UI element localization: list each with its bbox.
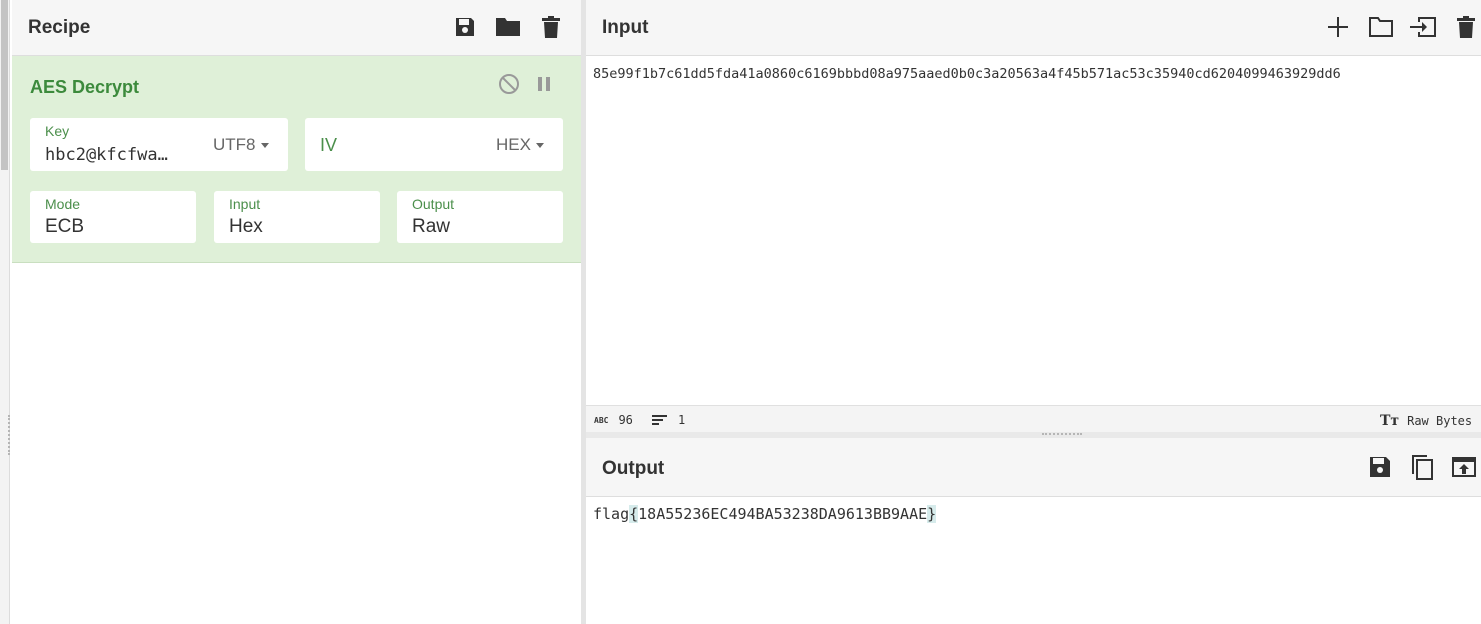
- input-format-label: Input: [229, 196, 261, 212]
- key-field[interactable]: Key hbc2@kfcfwa… UTF8: [30, 118, 288, 171]
- key-value[interactable]: hbc2@kfcfwa…: [45, 145, 168, 165]
- output-format-label: Output: [412, 196, 455, 212]
- input-title: Input: [602, 17, 649, 38]
- output-open-brace: {: [629, 505, 639, 523]
- iv-field[interactable]: IV HEX: [305, 118, 563, 171]
- input-textarea[interactable]: 85e99f1b7c61dd5fda41a0860c6169bbbd08a975…: [593, 66, 1479, 82]
- folder-icon[interactable]: [493, 12, 523, 42]
- abc-icon: ABC: [594, 415, 609, 425]
- char-count: ABC 96: [594, 413, 633, 427]
- output-header: Output: [586, 438, 1481, 497]
- operation-title: AES Decrypt: [30, 77, 140, 97]
- copy-icon[interactable]: [1407, 452, 1437, 482]
- pause-icon[interactable]: [532, 72, 556, 96]
- lines-icon: [652, 415, 667, 425]
- left-scrollbar-thumb[interactable]: [1, 0, 8, 170]
- input-encoding-label: Raw Bytes: [1407, 414, 1473, 428]
- text-type-icon: Tт: [1380, 413, 1400, 429]
- iv-encoding-dropdown[interactable]: HEX: [496, 135, 544, 155]
- trash-icon[interactable]: [536, 12, 566, 42]
- save-icon[interactable]: [1365, 452, 1395, 482]
- output-panel: Output flag{18A55236EC494BA53238DA9613BB…: [586, 438, 1481, 624]
- output-close-brace: }: [927, 505, 937, 523]
- recipe-header: Recipe: [12, 0, 581, 56]
- recipe-title: Recipe: [28, 17, 91, 38]
- output-prefix: flag: [593, 505, 630, 523]
- chevron-down-icon: [535, 142, 544, 148]
- input-encoding-selector[interactable]: Tт Raw Bytes: [1380, 413, 1472, 429]
- chevron-down-icon: [260, 142, 269, 148]
- output-textarea[interactable]: flag{18A55236EC494BA53238DA9613BB9AAE}: [593, 505, 937, 523]
- iv-encoding-label: HEX: [496, 135, 531, 154]
- input-format-field[interactable]: Input Hex: [214, 191, 380, 243]
- import-icon[interactable]: [1408, 12, 1438, 42]
- save-icon[interactable]: [450, 12, 480, 42]
- open-in-input-icon[interactable]: [1449, 452, 1479, 482]
- recipe-panel: Recipe AES Decrypt Key hbc2@kfcfwa… UTF8: [12, 0, 582, 624]
- input-header: Input: [586, 0, 1481, 56]
- output-format-value[interactable]: Raw: [412, 216, 450, 238]
- output-format-field[interactable]: Output Raw: [397, 191, 563, 243]
- key-label: Key: [45, 123, 70, 139]
- char-count-value: 96: [618, 413, 633, 427]
- output-body: 18A55236EC494BA53238DA9613BB9AAE: [638, 505, 928, 523]
- trash-icon[interactable]: [1451, 12, 1481, 42]
- key-encoding-dropdown[interactable]: UTF8: [213, 135, 269, 155]
- input-panel: Input 85e99f1b7c61dd5fda41a0860c6169bbbd…: [586, 0, 1481, 433]
- output-title: Output: [602, 458, 665, 479]
- mode-field[interactable]: Mode ECB: [30, 191, 196, 243]
- iv-label: IV: [320, 135, 338, 155]
- line-count-value: 1: [678, 413, 686, 427]
- plus-icon[interactable]: [1323, 12, 1353, 42]
- folder-icon[interactable]: [1366, 12, 1396, 42]
- mode-label: Mode: [45, 196, 81, 212]
- key-encoding-label: UTF8: [213, 135, 256, 154]
- mode-value[interactable]: ECB: [45, 216, 84, 238]
- aes-decrypt-operation: AES Decrypt Key hbc2@kfcfwa… UTF8 IV HEX…: [12, 56, 581, 263]
- input-status-bar: ABC 96 1 Tт Raw Bytes: [586, 405, 1481, 433]
- line-count: 1: [652, 413, 685, 427]
- input-format-value[interactable]: Hex: [229, 216, 263, 238]
- disable-icon[interactable]: [497, 72, 521, 96]
